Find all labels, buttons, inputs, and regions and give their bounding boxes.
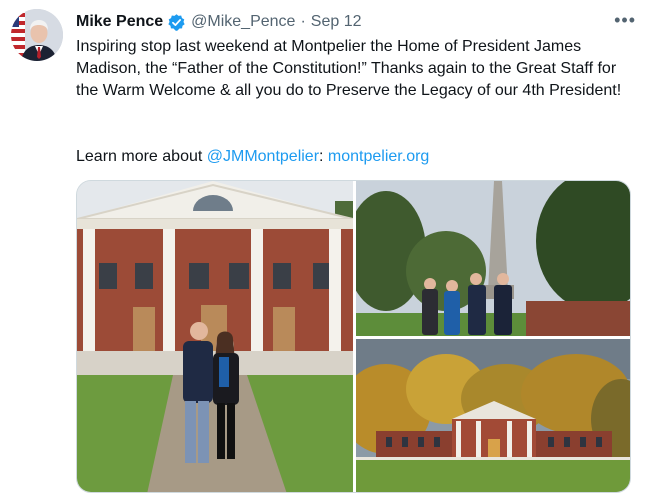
media-grid: [76, 180, 631, 493]
more-icon[interactable]: •••: [614, 11, 636, 29]
mention-link[interactable]: @JMMontpelier: [207, 148, 319, 165]
colon-text: :: [319, 148, 328, 165]
montpelier-portico-photo[interactable]: [77, 181, 353, 492]
author-handle[interactable]: @Mike_Pence: [191, 13, 295, 31]
tweet-body: Inspiring stop last weekend at Montpelie…: [76, 38, 622, 99]
learn-more-line: Learn more about @JMMontpelier: montpeli…: [76, 146, 429, 168]
learn-more-prefix: Learn more about: [76, 148, 207, 165]
obelisk-group-photo[interactable]: [356, 181, 630, 336]
verified-badge-icon: [167, 13, 186, 32]
mansion-autumn-photo[interactable]: [356, 339, 630, 492]
tweet-header: Mike Pence @Mike_Pence · Sep 12 •••: [76, 11, 636, 33]
url-link[interactable]: montpelier.org: [328, 148, 429, 165]
author-name[interactable]: Mike Pence: [76, 13, 163, 31]
tweet-date[interactable]: Sep 12: [311, 13, 362, 31]
avatar[interactable]: [11, 9, 63, 61]
separator-dot: ·: [300, 13, 306, 30]
tweet-text: Inspiring stop last weekend at Montpelie…: [76, 36, 636, 102]
